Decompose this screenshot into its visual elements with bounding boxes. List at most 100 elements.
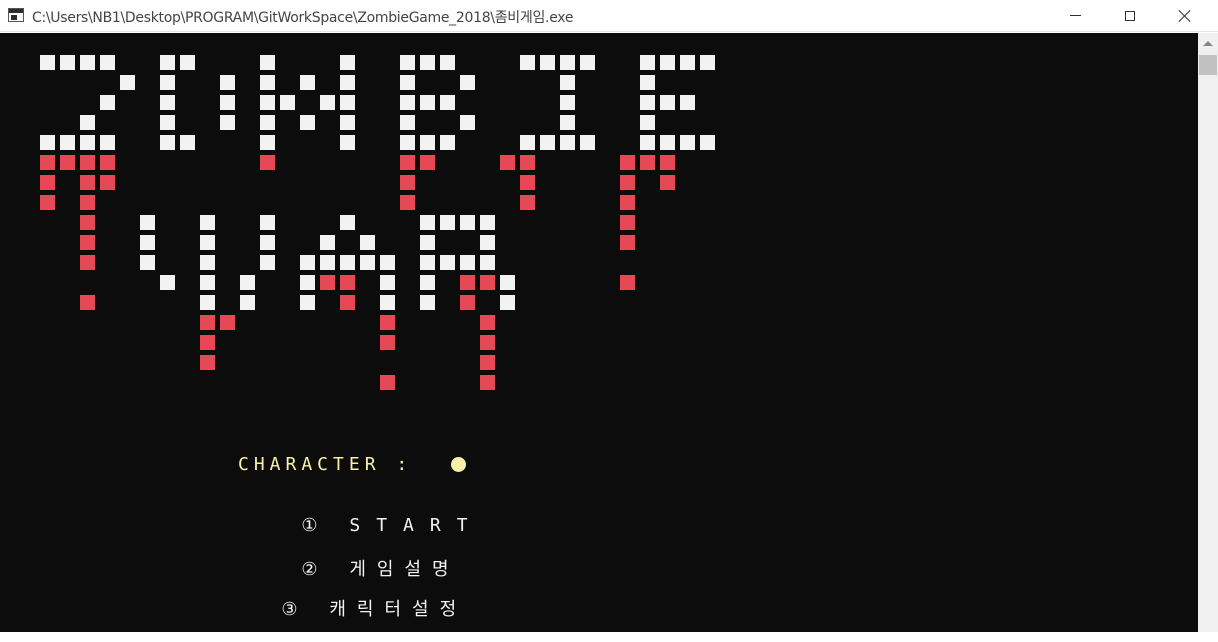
logo-block-white — [460, 75, 475, 90]
logo-block-white — [160, 55, 175, 70]
logo-block-white — [160, 275, 175, 290]
logo-block-white — [260, 115, 275, 130]
logo-block-white — [640, 115, 655, 130]
logo-block-white — [560, 75, 575, 90]
logo-block-white — [420, 295, 435, 310]
logo-block-white — [520, 135, 535, 150]
window-title: C:\Users\NB1\Desktop\PROGRAM\GitWorkSpac… — [32, 10, 574, 26]
logo-block-red — [80, 215, 95, 230]
logo-block-white — [260, 255, 275, 270]
logo-block-white — [640, 55, 655, 70]
logo-block-white — [100, 135, 115, 150]
logo-block-red — [320, 275, 335, 290]
logo-block-white — [440, 55, 455, 70]
logo-block-white — [340, 95, 355, 110]
minimize-icon — [1069, 15, 1081, 16]
logo-block-white — [220, 95, 235, 110]
logo-block-white — [520, 55, 535, 70]
scroll-up-icon[interactable] — [1203, 41, 1213, 46]
logo-block-white — [340, 115, 355, 130]
logo-block-red — [80, 235, 95, 250]
logo-block-red — [460, 275, 475, 290]
maximize-icon — [1125, 10, 1135, 21]
logo-block-red — [60, 155, 75, 170]
logo-block-red — [480, 355, 495, 370]
logo-block-white — [380, 275, 395, 290]
logo-block-white — [120, 75, 135, 90]
logo-block-white — [640, 75, 655, 90]
logo-block-white — [160, 75, 175, 90]
title-bar[interactable]: C:\Users\NB1\Desktop\PROGRAM\GitWorkSpac… — [0, 0, 1218, 32]
logo-block-red — [520, 195, 535, 210]
logo-block-white — [100, 95, 115, 110]
logo-block-white — [260, 95, 275, 110]
logo-block-white — [60, 55, 75, 70]
logo-block-white — [200, 295, 215, 310]
logo-block-white — [540, 55, 555, 70]
logo-block-white — [240, 295, 255, 310]
vertical-scrollbar[interactable] — [1198, 33, 1218, 632]
logo-block-red — [380, 315, 395, 330]
logo-block-white — [420, 255, 435, 270]
logo-block-red — [660, 175, 675, 190]
logo-block-red — [520, 155, 535, 170]
logo-block-red — [220, 315, 235, 330]
logo-block-white — [660, 135, 675, 150]
logo-block-white — [580, 55, 595, 70]
logo-block-white — [80, 115, 95, 130]
logo-block-white — [560, 135, 575, 150]
logo-block-white — [260, 235, 275, 250]
minimize-button[interactable] — [1052, 0, 1098, 31]
logo-block-red — [80, 155, 95, 170]
character-circle-icon — [451, 457, 466, 472]
logo-block-white — [140, 235, 155, 250]
logo-block-white — [420, 215, 435, 230]
logo-block-red — [340, 295, 355, 310]
logo-block-white — [560, 115, 575, 130]
logo-block-white — [680, 55, 695, 70]
logo-block-white — [420, 235, 435, 250]
logo-block-white — [680, 135, 695, 150]
logo-block-white — [440, 215, 455, 230]
close-button[interactable] — [1162, 0, 1208, 31]
logo-block-red — [620, 155, 635, 170]
logo-block-red — [620, 275, 635, 290]
logo-block-white — [580, 135, 595, 150]
logo-block-white — [660, 55, 675, 70]
logo-block-white — [300, 255, 315, 270]
logo-block-red — [420, 155, 435, 170]
logo-block-red — [520, 175, 535, 190]
logo-block-white — [480, 215, 495, 230]
logo-block-white — [180, 55, 195, 70]
logo-block-white — [480, 255, 495, 270]
logo-block-white — [60, 135, 75, 150]
console-area[interactable]: CHARACTER : ① START ② 게임설명 ③ 캐릭터설정 — [0, 33, 1198, 632]
logo-block-red — [620, 235, 635, 250]
logo-block-white — [400, 95, 415, 110]
logo-block-white — [700, 55, 715, 70]
logo-block-white — [480, 235, 495, 250]
logo-block-white — [540, 135, 555, 150]
character-label: CHARACTER : — [238, 454, 413, 475]
maximize-button[interactable] — [1107, 0, 1153, 31]
logo-block-white — [340, 255, 355, 270]
zombie-game-logo — [0, 33, 715, 390]
logo-block-red — [640, 155, 655, 170]
logo-block-red — [80, 195, 95, 210]
logo-block-white — [220, 115, 235, 130]
logo-block-white — [300, 275, 315, 290]
logo-block-red — [260, 155, 275, 170]
logo-block-white — [180, 135, 195, 150]
scroll-thumb[interactable] — [1199, 55, 1217, 75]
logo-block-white — [260, 55, 275, 70]
logo-block-white — [420, 95, 435, 110]
option-number: ① — [301, 515, 318, 536]
logo-block-red — [40, 155, 55, 170]
logo-block-red — [200, 315, 215, 330]
logo-block-white — [380, 295, 395, 310]
logo-block-red — [100, 155, 115, 170]
logo-block-white — [140, 255, 155, 270]
logo-block-white — [200, 235, 215, 250]
logo-block-red — [400, 195, 415, 210]
logo-block-white — [400, 115, 415, 130]
